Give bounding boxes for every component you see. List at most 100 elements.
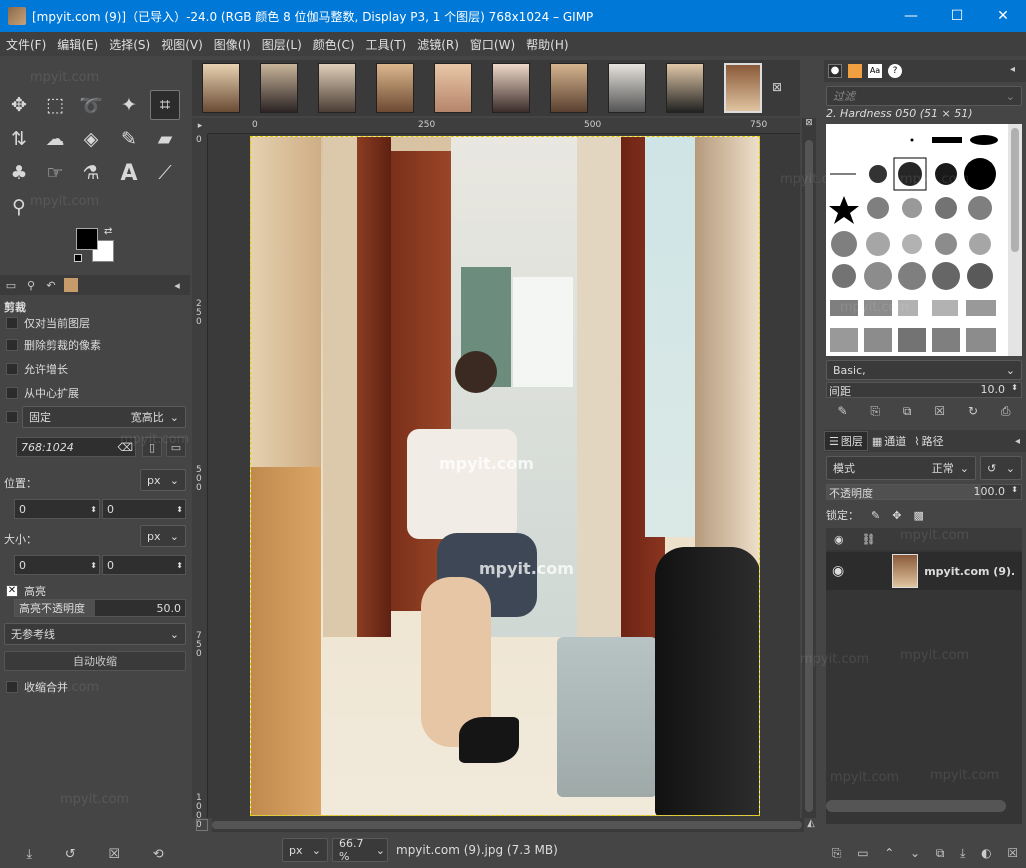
help-tab-icon[interactable]: ? [888, 64, 902, 78]
eraser-tool-icon[interactable]: ▰ [150, 124, 180, 154]
delete-brush-icon[interactable]: ☒ [934, 404, 945, 418]
move-tool-icon[interactable]: ✥ [4, 90, 34, 120]
option-delete-cropped[interactable]: 删除剪裁的像素 [6, 337, 101, 353]
scroll-thumb[interactable] [212, 821, 802, 829]
tab-channels[interactable]: ▦ 通道 [868, 431, 910, 451]
quick-mask-icon[interactable] [196, 819, 208, 831]
brush-preset-dropdown[interactable]: Basic, ⌄ [826, 360, 1022, 380]
checkbox[interactable] [6, 411, 18, 423]
minimize-button[interactable]: — [888, 0, 934, 32]
checkbox[interactable] [6, 387, 18, 399]
duplicate-brush-icon[interactable]: ⧉ [903, 404, 912, 419]
maximize-button[interactable]: ☐ [934, 0, 980, 32]
image-canvas[interactable]: mpyit.com mpyit.com [208, 134, 800, 818]
image-thumbnail[interactable] [550, 63, 588, 113]
unit-dropdown[interactable]: px ⌄ [282, 838, 328, 862]
device-status-tab-icon[interactable]: ⚲ [24, 278, 38, 292]
size-w-input[interactable]: 0 ⬍ [14, 555, 100, 575]
delete-options-icon[interactable]: ☒ [108, 847, 120, 862]
layer-list-scrollbar[interactable] [826, 800, 1006, 812]
eye-icon[interactable]: ◉ [832, 563, 844, 579]
option-highlight[interactable]: ✕ 高亮 [6, 583, 46, 599]
transform-tool-icon[interactable]: ⇅ [4, 124, 34, 154]
default-colors-icon[interactable] [74, 254, 82, 262]
menu-layer[interactable]: 图层(L) [262, 36, 302, 53]
portrait-icon[interactable]: ▯ [142, 437, 162, 457]
edit-brush-icon[interactable]: ✎ [837, 404, 847, 418]
lock-aspect-icon[interactable]: ⊠ [802, 118, 816, 134]
rect-select-tool-icon[interactable]: ⬚ [40, 90, 70, 120]
lock-position-icon[interactable]: ✥ [892, 509, 901, 522]
option-current-layer-only[interactable]: 仅对当前图层 [6, 315, 90, 331]
size-unit-dropdown[interactable]: px ⌄ [140, 525, 186, 547]
undo-history-tab-icon[interactable]: ↶ [44, 278, 58, 292]
open-as-image-icon[interactable]: ⎙ [1001, 404, 1011, 419]
menu-tools[interactable]: 工具(T) [366, 36, 407, 53]
swap-colors-icon[interactable]: ⇄ [104, 226, 112, 237]
size-h-input[interactable]: 0 ⬍ [102, 555, 186, 575]
refresh-brushes-icon[interactable]: ↻ [968, 404, 978, 418]
menu-select[interactable]: 选择(S) [109, 36, 150, 53]
crop-tool-icon[interactable]: ⌗ [150, 90, 180, 120]
image-thumbnail[interactable] [318, 63, 356, 113]
spin-icon[interactable]: ⬍ [176, 561, 183, 570]
option-shrink-merged[interactable]: 收缩合并 [6, 679, 68, 695]
checkbox[interactable] [6, 339, 18, 351]
checkbox-checked[interactable]: ✕ [6, 585, 18, 597]
image-thumbnail[interactable] [608, 63, 646, 113]
zoom-tool-icon[interactable]: ⚲ [4, 192, 34, 222]
zoom-dropdown[interactable]: 66.7 % ⌄ [332, 837, 388, 863]
fixed-dropdown[interactable]: 固定 宽高比 ⌄ [22, 406, 186, 428]
layer-mode-dropdown[interactable]: 模式 正常 ⌄ [826, 456, 976, 480]
lower-layer-icon[interactable]: ⌄ [910, 846, 920, 860]
clear-icon[interactable]: ⌫ [117, 441, 133, 454]
spin-icon[interactable]: ⬍ [176, 505, 183, 514]
brush-spacing-slider[interactable]: 间距 10.0 ⬍ [826, 382, 1022, 398]
navigate-icon[interactable]: ◭ [804, 818, 818, 832]
scroll-thumb[interactable] [805, 140, 813, 812]
image-thumbnail[interactable] [434, 63, 472, 113]
color-picker-tool-icon[interactable]: ⟋ [150, 158, 180, 188]
menu-colors[interactable]: 颜色(C) [313, 36, 355, 53]
raise-layer-icon[interactable]: ⌃ [884, 846, 894, 860]
warp-tool-icon[interactable]: ☁ [40, 124, 70, 154]
scroll-thumb[interactable] [1011, 128, 1019, 252]
lasso-tool-icon[interactable]: ➰ [76, 90, 106, 120]
image-thumbnail[interactable] [376, 63, 414, 113]
menu-edit[interactable]: 编辑(E) [57, 36, 98, 53]
text-tool-icon[interactable]: A [114, 158, 144, 188]
image-thumbnail[interactable] [492, 63, 530, 113]
new-layer-group-icon[interactable]: ▭ [857, 846, 868, 860]
ratio-input[interactable]: 768:1024 ⌫ [16, 437, 136, 457]
vertical-scrollbar[interactable] [802, 134, 816, 818]
layer-name[interactable]: mpyit.com (9).jpg [924, 565, 1014, 578]
highlight-opacity-slider[interactable]: 高亮不透明度 50.0 [14, 599, 186, 617]
save-options-icon[interactable]: ⤓ [26, 847, 32, 862]
tab-layers[interactable]: ☰ 图层 [824, 431, 868, 451]
bucket-fill-tool-icon[interactable]: ◈ [76, 124, 106, 154]
brushes-tab-icon[interactable]: ● [828, 64, 842, 78]
menu-windows[interactable]: 窗口(W) [470, 36, 515, 53]
image-thumbnail[interactable] [202, 63, 240, 113]
spin-icon[interactable]: ⬍ [90, 561, 97, 570]
layer-composite-dropdown[interactable]: ↺ ⌄ [980, 456, 1022, 480]
tool-options-tab-icon[interactable]: ▭ [4, 278, 18, 292]
brush-grid[interactable] [826, 124, 1022, 356]
clone-tool-icon[interactable]: ♣ [4, 158, 34, 188]
new-layer-icon[interactable]: ⎘ [832, 846, 842, 861]
checkbox[interactable] [6, 317, 18, 329]
dock-menu-icon[interactable]: ◂ [170, 278, 184, 292]
position-y-input[interactable]: 0 ⬍ [102, 499, 186, 519]
horizontal-scrollbar[interactable] [212, 818, 804, 832]
reset-options-icon[interactable]: ⟲ [153, 847, 164, 862]
delete-layer-icon[interactable]: ☒ [1007, 846, 1018, 860]
duplicate-layer-icon[interactable]: ⧉ [936, 846, 945, 861]
smudge-tool-icon[interactable]: ☞ [40, 158, 70, 188]
fuzzy-select-tool-icon[interactable]: ✦ [114, 90, 144, 120]
dock-menu-icon[interactable]: ◂ [1010, 64, 1015, 75]
layer-opacity-slider[interactable]: 不透明度 100.0 ⬍ [826, 484, 1022, 500]
landscape-icon[interactable]: ▭ [166, 437, 186, 457]
paintbrush-tool-icon[interactable]: ✎ [114, 124, 144, 154]
spin-icon[interactable]: ⬍ [90, 505, 97, 514]
new-brush-icon[interactable]: ⎘ [870, 404, 880, 419]
